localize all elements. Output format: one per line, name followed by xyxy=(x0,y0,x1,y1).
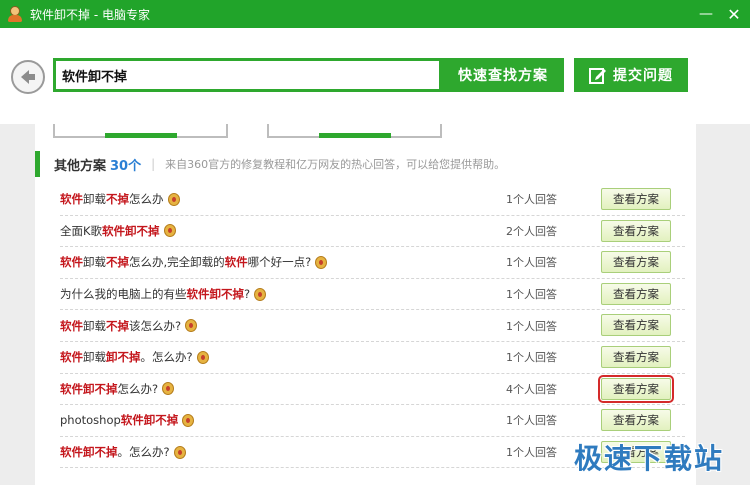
answer-count: 1个人回答 xyxy=(506,351,557,365)
answer-count: 1个人回答 xyxy=(506,446,557,460)
keyword-highlight: 不掉 xyxy=(106,192,129,207)
section-separator: | xyxy=(151,157,156,171)
title-text: 怎么办,完全卸载的 xyxy=(129,255,225,270)
title-text: 为什么我的电脑上的有些 xyxy=(60,287,187,302)
watermark: 极速下载站 xyxy=(574,442,725,475)
answer-count: 1个人回答 xyxy=(506,414,557,428)
results-panel: 其他方案 30个 | 来自360官方的修复教程和亿万网友的热心回答，可以给您提供… xyxy=(35,124,696,485)
medal-icon xyxy=(196,350,209,364)
keyword-highlight: 软件卸不掉 xyxy=(120,413,179,428)
section-count: 30个 xyxy=(110,158,142,174)
result-title[interactable]: 软件 卸载 卸不掉 。怎么办? xyxy=(60,349,209,365)
submit-question-label: 提交问题 xyxy=(613,68,673,84)
keyword-highlight: 软件 xyxy=(60,318,83,333)
expert-avatar-icon xyxy=(6,5,24,23)
result-title[interactable]: 软件 卸载 不掉 怎么办 xyxy=(60,191,180,207)
title-text: 。怎么办? xyxy=(140,350,193,365)
view-solution-button[interactable]: 查看方案 xyxy=(601,409,671,432)
keyword-highlight: 不掉 xyxy=(106,318,129,333)
result-title[interactable]: 软件卸不掉 。怎么办? xyxy=(60,444,186,460)
close-button[interactable]: ✕ xyxy=(720,0,748,28)
section-title: 其他方案 xyxy=(54,158,107,174)
keyword-highlight: 软件 xyxy=(60,255,83,270)
quick-search-button[interactable]: 快速查找方案 xyxy=(442,58,564,92)
edit-icon xyxy=(589,68,606,84)
medal-icon xyxy=(162,382,175,396)
view-solution-button[interactable]: 查看方案 xyxy=(601,345,671,368)
result-title[interactable]: 为什么我的电脑上的有些 软件卸不掉? xyxy=(60,286,267,302)
list-item[interactable]: 软件 卸载 卸不掉 。怎么办? 1个人回答 查看方案 xyxy=(60,342,685,374)
list-item[interactable]: 软件 卸载 不掉 怎么办,完全卸载的 软件 哪个好一点? 1个人回答 查看方案 xyxy=(60,247,685,279)
view-solution-button[interactable]: 查看方案 xyxy=(598,374,674,403)
title-text: 卸载 xyxy=(83,192,106,207)
section-description: 来自360官方的修复教程和亿万网友的热心回答，可以给您提供帮助。 xyxy=(165,158,506,171)
view-solution-button[interactable]: 查看方案 xyxy=(601,219,671,242)
keyword-highlight: 软件 xyxy=(60,192,83,207)
answer-count: 4个人回答 xyxy=(506,382,557,396)
medal-icon xyxy=(182,413,195,427)
answer-count: 1个人回答 xyxy=(506,288,557,302)
answer-count: 1个人回答 xyxy=(506,319,557,333)
submit-question-button[interactable]: 提交问题 xyxy=(574,58,688,92)
title-text: 卸载 xyxy=(83,318,106,333)
keyword-highlight: 软件卸不掉 xyxy=(60,445,118,460)
keyword-highlight: 软件卸不掉 xyxy=(186,287,245,302)
result-title[interactable]: 软件 卸载 不掉 怎么办,完全卸载的 软件 哪个好一点? xyxy=(60,254,328,270)
title-text: 怎么办? xyxy=(117,381,159,396)
result-title[interactable]: 全面K歌 软件卸不掉 xyxy=(60,223,176,239)
title-text: 该怎么办? xyxy=(129,318,182,333)
search-input[interactable] xyxy=(56,61,439,89)
title-text: 怎么办 xyxy=(129,192,164,207)
result-title[interactable]: 软件卸不掉 怎么办? xyxy=(60,381,175,397)
arrow-left-icon xyxy=(21,70,35,84)
result-title[interactable]: 软件 卸载 不掉 该怎么办? xyxy=(60,318,198,334)
result-list: 软件 卸载 不掉 怎么办 1个人回答 查看方案 全面K歌 软件卸不掉 2个人回答 查看方案 软件 卸载… xyxy=(60,184,685,469)
medal-icon xyxy=(163,224,176,238)
window-title: 软件卸不掉 - 电脑专家 xyxy=(30,7,150,22)
medal-icon xyxy=(185,319,198,333)
search-box xyxy=(53,58,442,92)
section-header: 其他方案 30个 | 来自360官方的修复教程和亿万网友的热心回答，可以给您提供… xyxy=(35,151,696,177)
view-solution-button[interactable]: 查看方案 xyxy=(601,282,671,305)
search-header: 快速查找方案 提交问题 xyxy=(0,28,750,124)
title-text: 卸载 xyxy=(83,255,106,270)
list-item[interactable]: 软件 卸载 不掉 该怎么办? 1个人回答 查看方案 xyxy=(60,310,685,342)
section-marker xyxy=(35,151,40,177)
list-item[interactable]: 全面K歌 软件卸不掉 2个人回答 查看方案 xyxy=(60,216,685,248)
keyword-highlight: 软件 xyxy=(60,350,83,365)
list-item[interactable]: 为什么我的电脑上的有些 软件卸不掉? 1个人回答 查看方案 xyxy=(60,279,685,311)
view-solution-button[interactable]: 查看方案 xyxy=(601,188,671,210)
title-text: 卸载 xyxy=(83,350,106,365)
title-bar: 软件卸不掉 - 电脑专家 — ✕ xyxy=(0,0,750,28)
title-text: 哪个好一点? xyxy=(247,255,312,270)
keyword-highlight: 软件卸不掉 xyxy=(102,223,160,238)
previous-card xyxy=(53,124,228,138)
keyword-highlight: 卸不掉 xyxy=(106,350,141,365)
medal-icon xyxy=(167,192,180,206)
list-item[interactable]: 软件卸不掉 怎么办? 4个人回答 查看方案 xyxy=(60,374,685,406)
keyword-highlight: 软件卸不掉 xyxy=(60,381,118,396)
list-item[interactable]: photoshop 软件卸不掉 1个人回答 查看方案 xyxy=(60,405,685,437)
result-title[interactable]: photoshop 软件卸不掉 xyxy=(60,412,195,428)
minimize-button[interactable]: — xyxy=(692,0,720,28)
keyword-highlight: 软件 xyxy=(224,255,248,270)
answer-count: 1个人回答 xyxy=(506,193,557,207)
title-text: 全面K歌 xyxy=(60,223,103,238)
keyword-highlight: 不掉 xyxy=(106,255,129,270)
view-solution-button[interactable]: 查看方案 xyxy=(601,251,671,274)
back-button[interactable] xyxy=(11,60,45,94)
list-item[interactable]: 软件 卸载 不掉 怎么办 1个人回答 查看方案 xyxy=(60,184,685,216)
answer-count: 2个人回答 xyxy=(506,224,557,238)
title-text: ? xyxy=(244,287,251,302)
view-solution-button[interactable]: 查看方案 xyxy=(601,314,671,337)
medal-icon xyxy=(173,445,186,459)
answer-count: 1个人回答 xyxy=(506,256,557,270)
medal-icon xyxy=(315,255,328,269)
previous-card xyxy=(267,124,442,138)
medal-icon xyxy=(254,287,267,301)
title-text: 。怎么办? xyxy=(117,445,170,460)
title-text: photoshop xyxy=(60,413,121,428)
